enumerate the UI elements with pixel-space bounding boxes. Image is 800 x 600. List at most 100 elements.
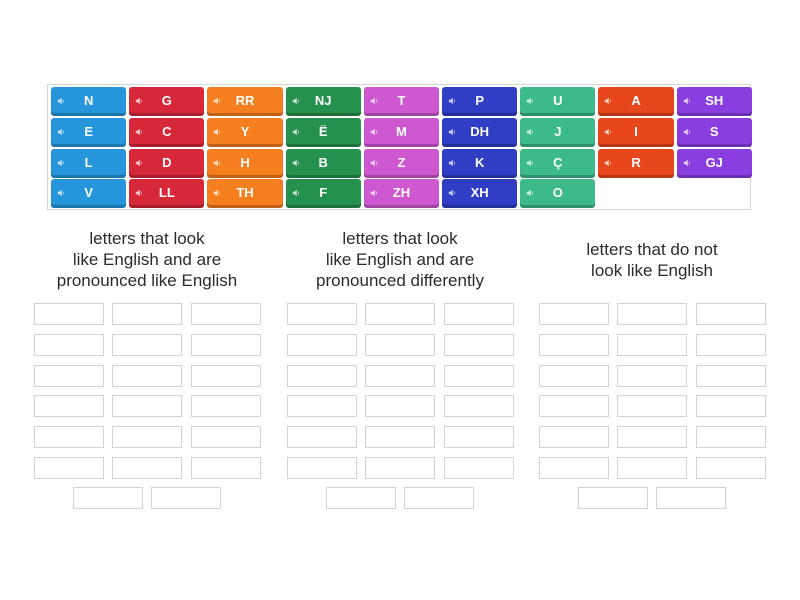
letter-tile[interactable]: SH — [676, 87, 752, 116]
drop-slot[interactable] — [287, 333, 357, 356]
drop-slot[interactable] — [190, 395, 261, 418]
drop-slot[interactable] — [190, 333, 261, 356]
speaker-icon[interactable] — [370, 128, 378, 136]
drop-slot[interactable] — [617, 395, 688, 418]
speaker-icon[interactable] — [683, 128, 691, 136]
drop-slot[interactable] — [112, 395, 183, 418]
letter-tile[interactable]: TH — [207, 179, 283, 209]
letter-tile[interactable]: D — [129, 148, 205, 178]
speaker-icon[interactable] — [292, 189, 300, 197]
drop-slot[interactable] — [695, 426, 766, 449]
letter-tile[interactable]: NJ — [285, 87, 361, 116]
speaker-icon[interactable] — [526, 189, 534, 197]
letter-tile[interactable]: ZH — [363, 179, 440, 209]
letter-tile[interactable]: L — [51, 148, 127, 178]
letter-tile[interactable]: K — [442, 148, 518, 178]
drop-slot[interactable] — [539, 395, 609, 418]
speaker-icon[interactable] — [292, 159, 300, 167]
drop-slot[interactable] — [287, 364, 357, 387]
letter-tile[interactable]: Ë — [285, 117, 361, 147]
speaker-icon[interactable] — [57, 128, 65, 136]
speaker-icon[interactable] — [526, 128, 534, 136]
speaker-icon[interactable] — [213, 189, 221, 197]
drop-slot[interactable] — [443, 426, 514, 449]
drop-slot[interactable] — [287, 457, 357, 479]
letter-tile[interactable]: RR — [207, 87, 283, 116]
speaker-icon[interactable] — [604, 128, 612, 136]
drop-slot[interactable] — [112, 333, 183, 356]
speaker-icon[interactable] — [526, 159, 534, 167]
drop-slot[interactable] — [34, 395, 104, 418]
letter-tile[interactable]: GJ — [676, 148, 752, 178]
drop-slot[interactable] — [287, 395, 357, 418]
drop-slot[interactable] — [287, 303, 357, 325]
drop-slot[interactable] — [617, 364, 688, 387]
drop-slot[interactable] — [365, 395, 436, 418]
letter-tile[interactable]: M — [363, 117, 440, 147]
letter-tile[interactable]: Y — [207, 117, 283, 147]
letter-tile[interactable]: DH — [442, 117, 518, 147]
speaker-icon[interactable] — [135, 159, 143, 167]
speaker-icon[interactable] — [57, 97, 65, 105]
letter-tile[interactable]: R — [598, 148, 674, 178]
drop-slot[interactable] — [365, 426, 436, 449]
letter-tile[interactable]: O — [520, 179, 596, 209]
letter-tile[interactable]: J — [520, 117, 596, 147]
drop-slot[interactable] — [617, 457, 688, 479]
letter-tile[interactable]: U — [520, 87, 596, 116]
drop-slot[interactable] — [443, 303, 514, 325]
speaker-icon[interactable] — [292, 97, 300, 105]
letter-tile[interactable]: A — [598, 87, 674, 116]
drop-slot[interactable] — [190, 364, 261, 387]
drop-slot[interactable] — [695, 457, 766, 479]
speaker-icon[interactable] — [135, 97, 143, 105]
drop-slot[interactable] — [112, 364, 183, 387]
drop-slot[interactable] — [443, 364, 514, 387]
drop-slot[interactable] — [34, 303, 104, 325]
letter-tile[interactable]: T — [363, 87, 440, 116]
speaker-icon[interactable] — [448, 189, 456, 197]
drop-slot[interactable] — [539, 426, 609, 449]
speaker-icon[interactable] — [604, 159, 612, 167]
drop-slot[interactable] — [190, 303, 261, 325]
drop-slot[interactable] — [404, 487, 475, 509]
speaker-icon[interactable] — [213, 159, 221, 167]
drop-slot[interactable] — [112, 303, 183, 325]
speaker-icon[interactable] — [448, 97, 456, 105]
speaker-icon[interactable] — [57, 189, 65, 197]
letter-tile[interactable]: V — [51, 179, 127, 209]
drop-slot[interactable] — [578, 487, 648, 509]
drop-slot[interactable] — [365, 457, 436, 479]
speaker-icon[interactable] — [448, 159, 456, 167]
speaker-icon[interactable] — [370, 159, 378, 167]
drop-slot[interactable] — [617, 333, 688, 356]
letter-tile[interactable]: Ç — [520, 148, 596, 178]
speaker-icon[interactable] — [135, 128, 143, 136]
drop-slot[interactable] — [326, 487, 396, 509]
speaker-icon[interactable] — [604, 97, 612, 105]
drop-slot[interactable] — [695, 333, 766, 356]
drop-slot[interactable] — [190, 426, 261, 449]
speaker-icon[interactable] — [370, 97, 378, 105]
letter-tile[interactable]: XH — [442, 179, 518, 209]
drop-slot[interactable] — [365, 333, 436, 356]
drop-slot[interactable] — [617, 303, 688, 325]
speaker-icon[interactable] — [683, 159, 691, 167]
drop-slot[interactable] — [190, 457, 261, 479]
drop-slot[interactable] — [695, 395, 766, 418]
letter-tile[interactable]: N — [51, 87, 127, 116]
letter-tile[interactable]: G — [129, 87, 205, 116]
drop-slot[interactable] — [539, 364, 609, 387]
drop-slot[interactable] — [73, 487, 143, 509]
drop-slot[interactable] — [695, 364, 766, 387]
speaker-icon[interactable] — [57, 159, 65, 167]
speaker-icon[interactable] — [683, 97, 691, 105]
drop-slot[interactable] — [34, 457, 104, 479]
drop-slot[interactable] — [287, 426, 357, 449]
letter-tile[interactable]: F — [285, 179, 361, 209]
letter-tile[interactable]: Z — [363, 148, 440, 178]
drop-slot[interactable] — [539, 457, 609, 479]
drop-slot[interactable] — [151, 487, 222, 509]
speaker-icon[interactable] — [448, 128, 456, 136]
speaker-icon[interactable] — [526, 97, 534, 105]
